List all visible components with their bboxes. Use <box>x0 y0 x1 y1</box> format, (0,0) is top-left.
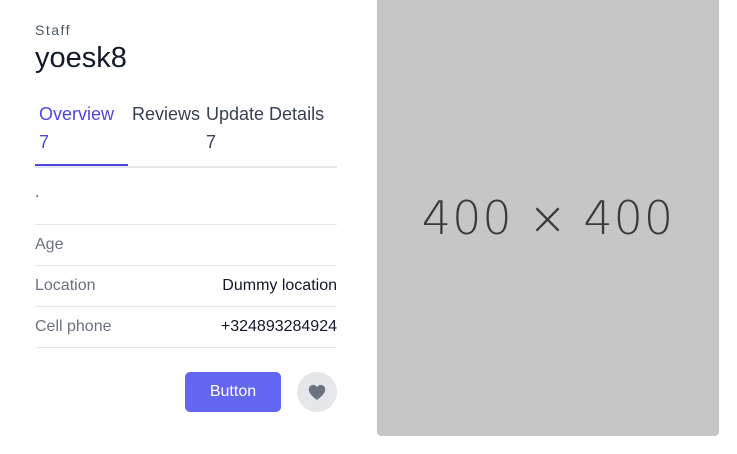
detail-row-location: Location Dummy location <box>35 266 337 307</box>
tab-reviews[interactable]: Reviews <box>132 100 200 166</box>
favorite-button[interactable] <box>297 372 337 412</box>
description-text: . <box>35 184 40 201</box>
detail-value: Dummy location <box>222 277 337 294</box>
category-label: Staff <box>35 22 72 38</box>
tab-update-details[interactable]: Update Details 7 <box>206 100 324 166</box>
primary-button[interactable]: Button <box>185 372 281 412</box>
tab-overview[interactable]: Overview 7 <box>35 100 128 166</box>
action-bar: Button <box>185 372 337 412</box>
details-list: Age Location Dummy location Cell phone +… <box>35 224 337 348</box>
product-image-placeholder: 400 × 400 <box>377 0 719 436</box>
page: Staff yoesk8 Overview 7 Reviews Update D… <box>0 0 737 454</box>
tab-bar: Overview 7 Reviews Update Details 7 <box>35 100 337 168</box>
detail-label: Location <box>35 277 96 294</box>
placeholder-size-text: 400 × 400 <box>421 191 675 245</box>
tab-overview-count: 7 <box>39 132 50 152</box>
detail-row-age: Age <box>35 225 337 266</box>
detail-row-cell-phone: Cell phone +324893284924 <box>35 307 337 348</box>
tab-update-details-label: Update Details <box>206 104 325 124</box>
detail-label: Age <box>35 236 64 253</box>
page-title: yoesk8 <box>35 42 127 74</box>
tab-overview-label: Overview <box>39 104 115 124</box>
detail-value: +324893284924 <box>220 318 337 335</box>
detail-label: Cell phone <box>35 318 112 335</box>
tab-reviews-label: Reviews <box>132 104 201 124</box>
heart-icon <box>308 384 326 400</box>
tab-update-details-count: 7 <box>206 132 217 152</box>
